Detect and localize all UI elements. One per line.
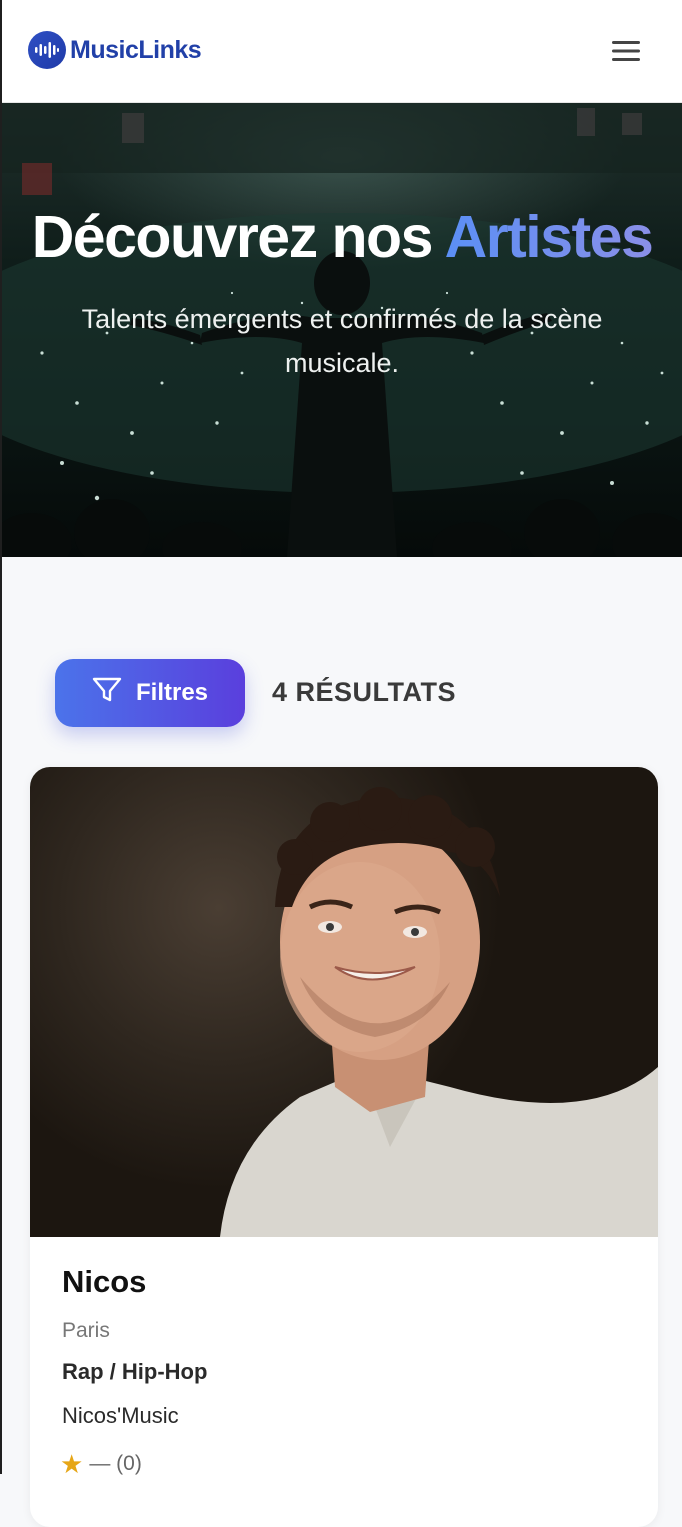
site-logo[interactable]: MusicLinks [28, 31, 202, 69]
artist-genre: Rap / Hip-Hop [62, 1359, 208, 1384]
artist-city: Paris [62, 1319, 110, 1342]
logo-text: MusicLinks [70, 35, 202, 64]
hero-subtitle: Talents émergents et confirmés de la scè… [81, 304, 603, 378]
hero-title-part1: Découvrez nos [31, 204, 445, 270]
top-header: MusicLinks [2, 0, 682, 103]
rating-text: — (0) [89, 1452, 142, 1475]
hero-title: Découvrez nos Artistes [2, 203, 682, 271]
results-count: 4 RÉSULTATS [272, 677, 457, 707]
filter-funnel-icon [92, 676, 122, 711]
filters-label: Filtres [135, 679, 209, 706]
artist-rating: ★ — (0) [60, 1451, 142, 1477]
artist-label: Nicos'Music [62, 1403, 179, 1428]
star-icon: ★ [60, 1449, 84, 1479]
sound-wave-icon [28, 31, 66, 69]
artist-photo [30, 767, 658, 1237]
filters-button[interactable]: Filtres [55, 659, 245, 727]
hero-banner: Découvrez nos Artistes Talents émergents… [2, 103, 682, 557]
artist-name[interactable]: Nicos [62, 1264, 146, 1300]
hero-title-accent: Artistes [444, 204, 654, 270]
artist-card[interactable]: Nicos Paris Rap / Hip-Hop Nicos'Music ★ … [30, 767, 658, 1527]
hamburger-menu-icon[interactable] [608, 36, 644, 66]
